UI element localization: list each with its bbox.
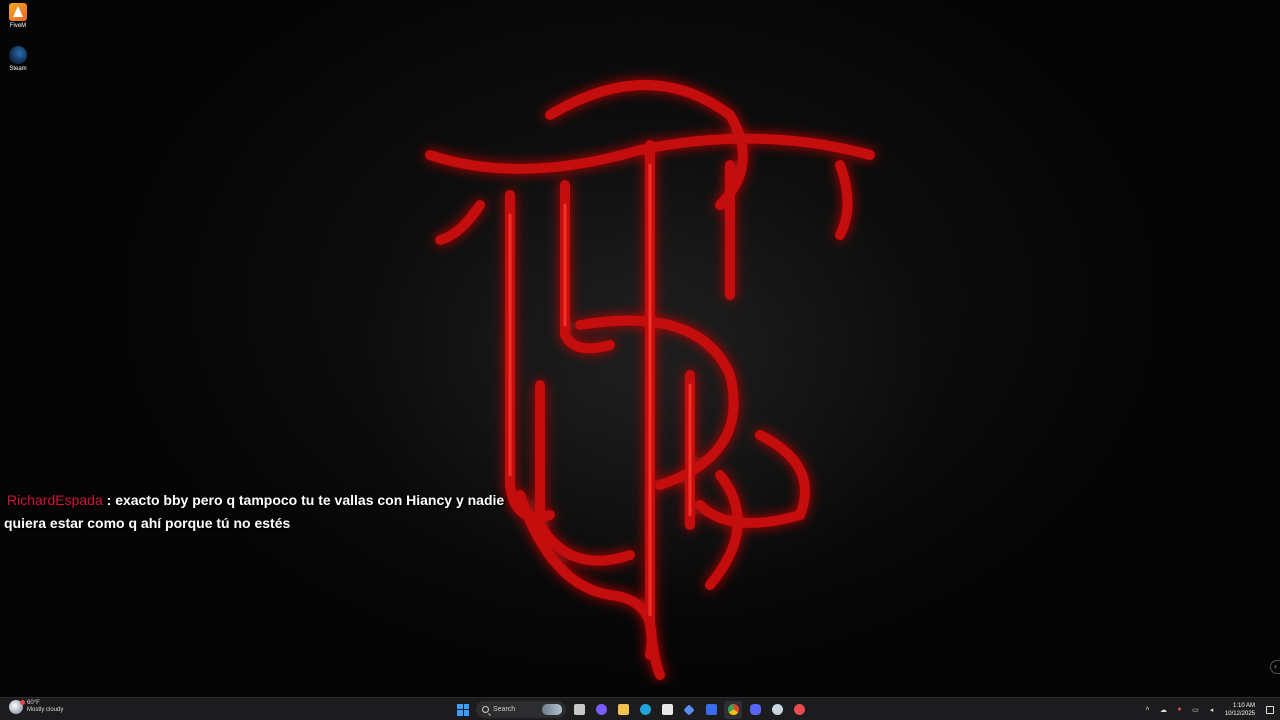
- store-icon: [661, 704, 673, 715]
- taskbar-steam[interactable]: [768, 701, 786, 719]
- desktop-icon-label: FiveM: [9, 23, 27, 29]
- chevron-up-icon[interactable]: ˄: [1143, 705, 1152, 714]
- desktop-icon-fivem[interactable]: FiveM: [3, 3, 33, 29]
- chat-message-text-line1: exacto bby pero q tampoco tu te vallas c…: [115, 492, 505, 508]
- chrome-icon: [727, 704, 739, 715]
- taskbar-file-explorer[interactable]: [614, 701, 632, 719]
- volume-icon[interactable]: ◂: [1207, 705, 1216, 714]
- taskbar-discord[interactable]: [746, 701, 764, 719]
- steam-icon: [9, 46, 27, 64]
- discord-icon: [749, 704, 761, 715]
- microphone-icon[interactable]: ●: [1175, 705, 1184, 714]
- chat-username: RichardEspada: [7, 492, 103, 508]
- copilot-icon: [595, 704, 607, 715]
- fivem-icon: [9, 3, 27, 21]
- taskbar-store[interactable]: [658, 701, 676, 719]
- weather-widget[interactable]: 60°F Mostly cloudy: [9, 700, 63, 714]
- wallpaper-monogram-logo: [425, 80, 875, 680]
- fivem-icon: [793, 704, 805, 715]
- onedrive-cloud-icon[interactable]: ☁: [1159, 705, 1168, 714]
- clock-date: 10/12/2025: [1224, 710, 1255, 717]
- steam-icon: [771, 704, 783, 715]
- windows-logo-icon: [457, 703, 463, 709]
- chat-message-text-line2: quiera estar como q ahí porque tú no est…: [4, 515, 291, 531]
- taskbar-vpn[interactable]: [680, 701, 698, 719]
- search-highlight-icon: [542, 704, 562, 715]
- cloud-icon: [9, 700, 25, 714]
- taskbar-fivem[interactable]: [790, 701, 808, 719]
- taskbar-copilot[interactable]: [592, 701, 610, 719]
- chat-separator: :: [106, 492, 112, 508]
- desktop-icon-steam[interactable]: Steam: [3, 46, 33, 72]
- weather-temp: 60°F: [27, 700, 40, 706]
- system-tray: ˄ ☁ ● ▭ ◂ 1:10 AM 10/12/2025: [1143, 698, 1280, 720]
- edge-icon: [639, 704, 651, 715]
- file-explorer-icon: [617, 704, 629, 715]
- search-box[interactable]: Search: [476, 701, 566, 718]
- display-icon[interactable]: ▭: [1191, 705, 1200, 714]
- taskbar: 60°F Mostly cloudy Search ˄ ☁ ● ▭ ◂ 1:10…: [0, 697, 1280, 720]
- notification-icon[interactable]: [1266, 705, 1274, 714]
- taskbar-blue-app[interactable]: [702, 701, 720, 719]
- search-placeholder: Search: [493, 706, 516, 713]
- vpn-icon: [683, 703, 695, 716]
- desktop-icon-label: Steam: [9, 66, 27, 72]
- task-view-icon: [573, 704, 585, 715]
- taskbar-edge[interactable]: [636, 701, 654, 719]
- chat-message: RichardEspada : exacto bby pero q tampoc…: [4, 489, 524, 535]
- desktop: FiveM Steam RichardEspada : exacto bby p…: [0, 0, 1280, 697]
- clock-time: 1:10 AM: [1232, 702, 1255, 709]
- blue-app-icon: [705, 704, 717, 715]
- weather-condition: Mostly cloudy: [27, 707, 64, 713]
- taskbar-task-view[interactable]: [570, 701, 588, 719]
- chevron-left-icon[interactable]: ‹: [1270, 660, 1280, 674]
- search-icon: [482, 706, 489, 713]
- start-button[interactable]: [454, 701, 472, 719]
- taskbar-chrome[interactable]: [724, 700, 742, 719]
- clock[interactable]: 1:10 AM 10/12/2025: [1225, 702, 1255, 718]
